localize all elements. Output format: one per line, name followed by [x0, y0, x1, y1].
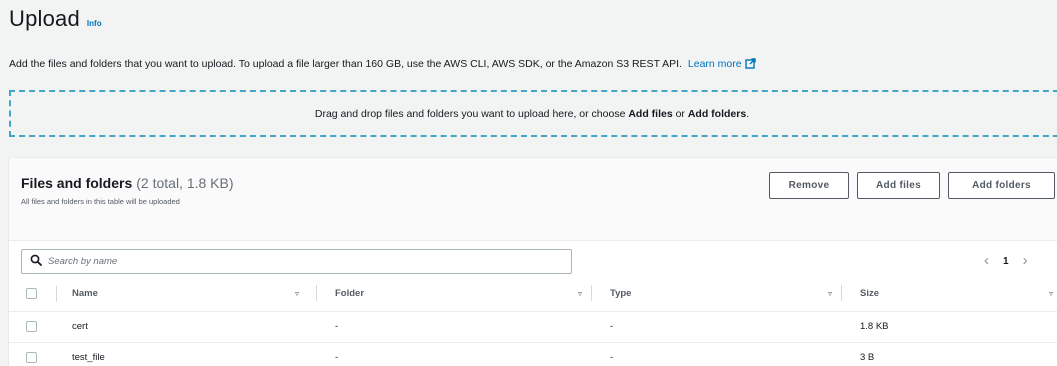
- column-header-name-label: Name: [72, 288, 98, 300]
- external-link-icon: [744, 58, 756, 72]
- table-row[interactable]: cert - - 1.8 KB: [9, 311, 1057, 343]
- column-header-type-label: Type: [610, 288, 632, 300]
- row-checkbox-cell: [9, 342, 57, 366]
- page-header: Upload Info: [9, 6, 102, 32]
- dropzone-add-folders-text: Add folders: [687, 107, 747, 120]
- column-header-size[interactable]: Size ▿: [842, 277, 1057, 312]
- cell-name: cert: [57, 311, 317, 343]
- previous-page-button[interactable]: ‹: [984, 251, 989, 271]
- cell-folder: -: [317, 342, 592, 366]
- learn-more-link[interactable]: Learn more: [688, 58, 756, 70]
- learn-more-label: Learn more: [687, 58, 742, 70]
- row-checkbox[interactable]: [26, 320, 37, 332]
- panel-counter: (2 total, 1.8 KB): [136, 175, 234, 191]
- files-table: Name ▿ Folder ▿ Type ▿ Size ▿ cert - - 1.8 K…: [9, 277, 1057, 366]
- column-header-name[interactable]: Name ▿: [57, 277, 317, 312]
- column-header-size-label: Size: [860, 288, 880, 300]
- cell-size: 3 B: [842, 342, 1057, 366]
- table-header-row: Name ▿ Folder ▿ Type ▿ Size ▿: [9, 277, 1057, 312]
- cell-size: 1.8 KB: [842, 311, 1057, 343]
- column-divider: [56, 286, 57, 302]
- column-divider: [591, 285, 592, 302]
- info-link[interactable]: Info: [87, 19, 102, 28]
- cell-type: -: [592, 311, 842, 343]
- remove-button[interactable]: Remove: [769, 172, 849, 199]
- cell-name: test_file: [57, 342, 317, 366]
- panel-title-text: Files and folders: [21, 175, 133, 191]
- column-header-type[interactable]: Type ▿: [592, 277, 842, 312]
- dropzone-suffix: .: [746, 107, 750, 120]
- select-all-checkbox[interactable]: [26, 288, 37, 300]
- next-page-button[interactable]: ›: [1023, 251, 1028, 271]
- search-icon: [30, 253, 42, 271]
- add-folders-button[interactable]: Add folders: [948, 172, 1055, 199]
- upload-description: Add the files and folders that you want …: [9, 58, 756, 72]
- dropzone-text: Drag and drop files and folders you want…: [315, 108, 749, 120]
- header-checkbox-cell: [9, 277, 57, 312]
- dropzone-prefix: Drag and drop files and folders you want…: [314, 107, 629, 120]
- search-input[interactable]: [48, 256, 548, 267]
- search-box[interactable]: [21, 249, 572, 274]
- column-divider: [316, 285, 317, 302]
- sort-caret-down-icon[interactable]: ▿: [295, 289, 299, 298]
- column-divider: [841, 285, 842, 302]
- panel-title: Files and folders (2 total, 1.8 KB): [21, 175, 234, 191]
- description-text: Add the files and folders that you want …: [9, 58, 682, 70]
- panel-subtitle: All files and folders in this table will…: [21, 197, 180, 206]
- add-files-button[interactable]: Add files: [857, 172, 940, 199]
- column-header-folder-label: Folder: [335, 288, 365, 300]
- dropzone-or: or: [672, 107, 688, 120]
- sort-caret-down-icon[interactable]: ▿: [578, 289, 582, 298]
- row-checkbox[interactable]: [26, 351, 37, 363]
- row-checkbox-cell: [9, 311, 57, 343]
- sort-caret-down-icon[interactable]: ▿: [828, 289, 832, 298]
- current-page-number[interactable]: 1: [1003, 256, 1009, 267]
- dropzone-add-files-text: Add files: [628, 107, 673, 120]
- files-and-folders-panel: Files and folders (2 total, 1.8 KB) All f…: [9, 157, 1057, 366]
- cell-folder: -: [317, 311, 592, 343]
- sort-caret-down-icon[interactable]: ▿: [1049, 289, 1053, 298]
- pagination: ‹ 1 ›: [984, 251, 1028, 271]
- column-header-folder[interactable]: Folder ▿: [317, 277, 592, 312]
- upload-dropzone[interactable]: Drag and drop files and folders you want…: [9, 90, 1057, 137]
- cell-type: -: [592, 342, 842, 366]
- table-row[interactable]: test_file - - 3 B: [9, 342, 1057, 366]
- page-title: Upload: [9, 6, 80, 31]
